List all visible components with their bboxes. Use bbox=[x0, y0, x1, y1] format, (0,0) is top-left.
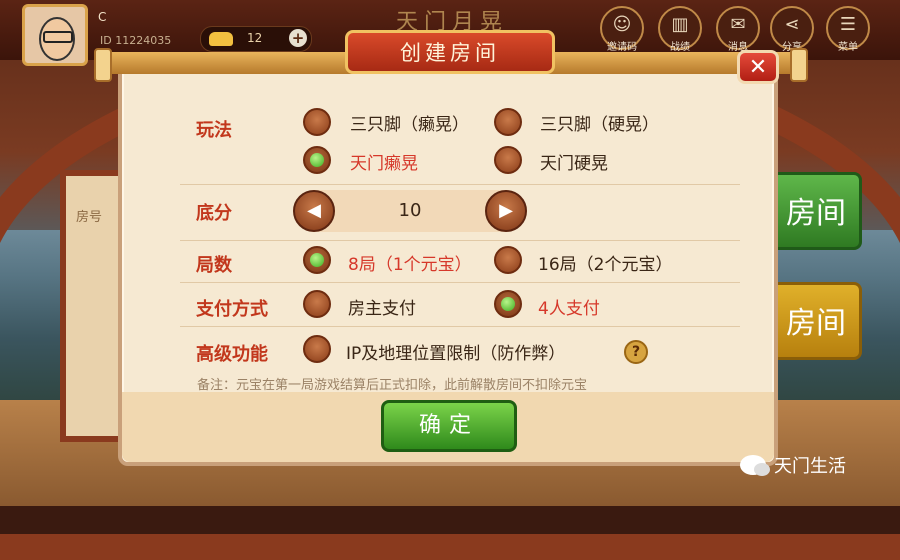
option-play-mode-4[interactable]: 天门硬晃 bbox=[540, 149, 608, 174]
option-rounds-16[interactable]: 16局（2个元宝） bbox=[538, 250, 672, 275]
base-score-stepper: 10 ◀ ▶ bbox=[293, 190, 527, 232]
invite-code-label: 邀请码 bbox=[607, 42, 637, 53]
radio-play-mode-3[interactable] bbox=[303, 146, 331, 174]
invite-code-button[interactable]: ☺ 邀请码 bbox=[600, 6, 644, 53]
row-divider bbox=[180, 184, 740, 185]
watermark: 天门生活 bbox=[740, 452, 846, 482]
radio-four-pay[interactable] bbox=[494, 290, 522, 318]
mail-icon: ✉ bbox=[730, 14, 746, 35]
radio-rounds-16[interactable] bbox=[494, 246, 522, 274]
row-divider bbox=[180, 282, 740, 283]
share-icon: ⋖ bbox=[784, 14, 800, 35]
play-mode-label: 玩法 bbox=[196, 120, 232, 141]
return-room-button[interactable]: 房间 bbox=[770, 282, 862, 360]
record-label: 战绩 bbox=[670, 42, 690, 53]
player-name: C bbox=[98, 10, 107, 24]
join-room-button[interactable]: 房间 bbox=[770, 172, 862, 250]
menu-button[interactable]: ☰ 菜单 bbox=[826, 6, 870, 53]
increase-button[interactable]: ▶ bbox=[485, 190, 527, 232]
row-divider bbox=[180, 326, 740, 327]
decrease-button[interactable]: ◀ bbox=[293, 190, 335, 232]
radio-play-mode-4[interactable] bbox=[494, 146, 522, 174]
share-button[interactable]: ⋖ 分享 bbox=[770, 6, 814, 53]
rounds-label: 局数 bbox=[196, 255, 232, 276]
player-id: ID 11224035 bbox=[100, 34, 172, 47]
rail-cap-left bbox=[94, 48, 112, 82]
option-owner-pay[interactable]: 房主支付 bbox=[348, 294, 416, 319]
radio-play-mode-1[interactable] bbox=[303, 108, 331, 136]
join-room-label: 房间 bbox=[786, 196, 846, 231]
option-play-mode-1[interactable]: 三只脚（癞晃） bbox=[350, 110, 469, 135]
record-button[interactable]: ▥ 战绩 bbox=[658, 6, 702, 53]
note-text: 备注：元宝在第一局游戏结算后正式扣除，此前解散房间不扣除元宝 bbox=[197, 378, 588, 393]
gold-ingot-icon bbox=[209, 32, 233, 46]
room-number-label: 房号 bbox=[76, 210, 103, 225]
person-icon: ☺ bbox=[612, 14, 632, 35]
option-rounds-8[interactable]: 8局（1个元宝） bbox=[348, 250, 472, 275]
message-button[interactable]: ✉ 消息 bbox=[716, 6, 760, 53]
option-four-pay[interactable]: 4人支付 bbox=[538, 294, 600, 319]
bar-chart-icon: ▥ bbox=[671, 14, 689, 35]
option-play-mode-2[interactable]: 三只脚（硬晃） bbox=[540, 110, 659, 135]
radio-ip-restrict[interactable] bbox=[303, 335, 331, 363]
radio-owner-pay[interactable] bbox=[303, 290, 331, 318]
close-button[interactable]: ✕ bbox=[737, 50, 779, 84]
watermark-text: 天门生活 bbox=[774, 456, 846, 477]
menu-icon: ☰ bbox=[839, 14, 857, 35]
option-play-mode-3[interactable]: 天门癞晃 bbox=[350, 149, 418, 174]
avatar[interactable] bbox=[22, 4, 88, 66]
gold-counter: 12 + bbox=[200, 26, 312, 52]
confirm-button[interactable]: 确定 bbox=[381, 400, 517, 452]
radio-rounds-8[interactable] bbox=[303, 246, 331, 274]
base-score-label: 底分 bbox=[196, 203, 232, 224]
help-icon[interactable]: ? bbox=[624, 340, 648, 364]
advanced-label: 高级功能 bbox=[196, 344, 268, 365]
option-ip-restrict[interactable]: IP及地理位置限制（防作弊） bbox=[346, 339, 565, 364]
wechat-icon bbox=[740, 455, 770, 476]
avatar-glasses-icon bbox=[43, 31, 73, 43]
rail-cap-right bbox=[790, 48, 808, 82]
radio-play-mode-2[interactable] bbox=[494, 108, 522, 136]
gold-count: 12 bbox=[247, 31, 263, 45]
payment-label: 支付方式 bbox=[196, 299, 268, 320]
row-divider bbox=[180, 240, 740, 241]
return-room-label: 房间 bbox=[786, 306, 846, 341]
add-gold-button[interactable]: + bbox=[289, 29, 307, 47]
menu-label: 菜单 bbox=[838, 42, 858, 53]
dialog-title: 创建房间 bbox=[345, 30, 555, 74]
